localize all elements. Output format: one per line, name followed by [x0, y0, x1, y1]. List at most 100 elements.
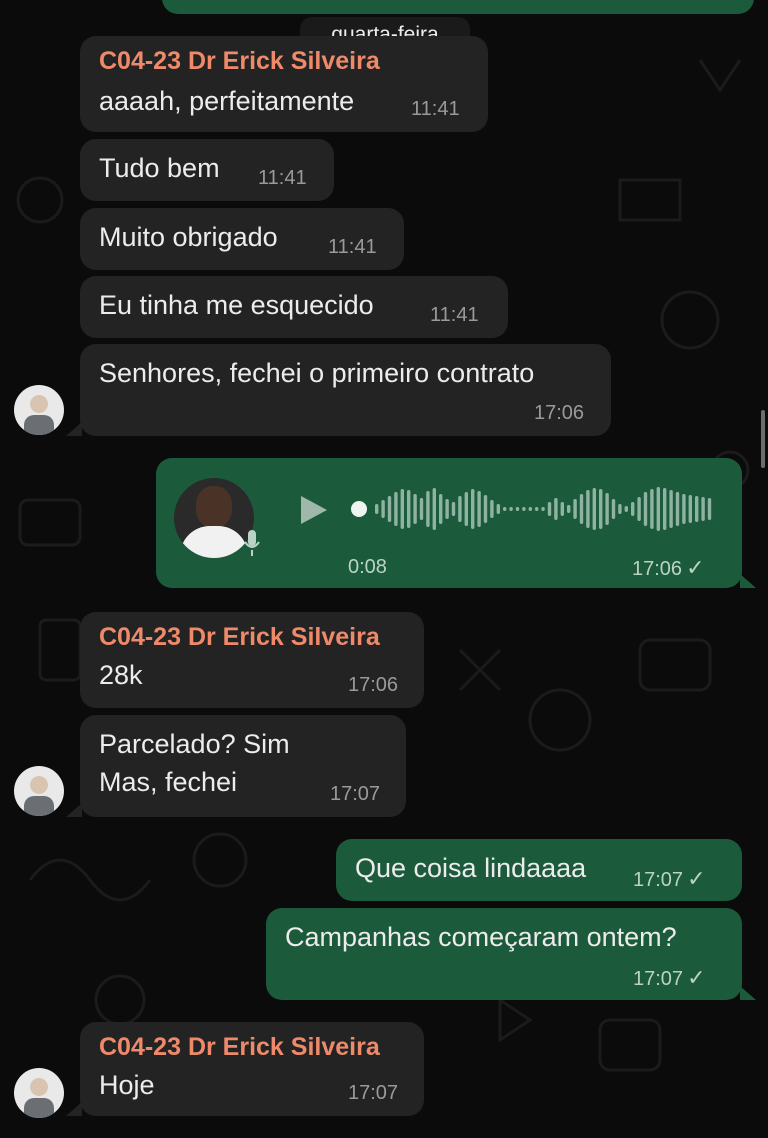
waveform-bar — [413, 494, 417, 524]
mic-icon — [244, 530, 260, 556]
message-text-line: Parcelado? Sim — [99, 729, 290, 759]
sender-avatar[interactable] — [14, 385, 64, 435]
waveform-bar — [695, 496, 699, 522]
waveform-bar — [407, 490, 411, 528]
waveform-bar — [643, 492, 648, 526]
bubble-tail — [66, 803, 82, 817]
waveform-bar — [490, 500, 494, 518]
sender-name[interactable]: C04-23 Dr Erick Silveira — [99, 623, 380, 652]
waveform-bar — [554, 498, 558, 520]
waveform-bar — [451, 502, 456, 516]
waveform-bar — [483, 495, 488, 523]
bubble-tail — [66, 1102, 82, 1116]
sender-name[interactable]: C04-23 Dr Erick Silveira — [99, 47, 380, 76]
waveform-bar — [439, 494, 443, 524]
waveform-bar — [432, 488, 436, 530]
waveform-bar — [496, 504, 500, 514]
message-time: 11:41 — [411, 98, 460, 120]
waveform-bar — [599, 489, 603, 529]
message-bubble[interactable]: Tudo bem 11:41 — [80, 139, 334, 201]
voice-waveform[interactable] — [351, 484, 721, 534]
message-time: 11:41 — [258, 167, 307, 189]
waveform-bar — [522, 507, 526, 511]
waveform-bar — [656, 487, 660, 531]
message-text: Muito obrigado — [99, 222, 278, 252]
waveform-bar — [663, 488, 667, 530]
waveform-bar — [618, 504, 622, 514]
message-bubble[interactable]: Eu tinha me esquecido 11:41 — [80, 276, 508, 338]
waveform-bar — [426, 491, 430, 527]
message-bubble[interactable]: Parcelado? Sim Mas, fechei 17:07 — [80, 715, 406, 817]
waveform-bar — [541, 507, 545, 511]
message-text: 28k — [99, 660, 143, 690]
message-bubble[interactable]: C04-23 Dr Erick Silveira 28k 17:06 — [80, 612, 424, 708]
waveform-bar — [515, 507, 520, 511]
message-text: Senhores, fechei o primeiro contrato — [99, 358, 535, 388]
waveform-bar — [586, 490, 590, 528]
message-bubble-outgoing[interactable]: Que coisa lindaaaa 17:07 ✓ — [336, 839, 742, 901]
check-icon: ✓ — [687, 965, 706, 990]
sender-avatar[interactable] — [14, 1068, 64, 1118]
waveform-bar — [560, 502, 564, 516]
waveform-bar — [624, 506, 628, 512]
message-text: Que coisa lindaaaa — [355, 853, 587, 883]
waveform-bar — [637, 497, 641, 521]
message-time: 17:07 — [348, 1082, 399, 1104]
voice-message-bubble[interactable]: 0:08 17:06 ✓ — [156, 458, 742, 588]
message-time: 17:07 — [330, 783, 381, 805]
waveform-bar — [567, 505, 571, 513]
chat-area: quarta-feira C04-23 Dr Erick Silveira aa… — [0, 0, 768, 1138]
message-time: 17:06 ✓ — [632, 555, 705, 581]
sender-name[interactable]: C04-23 Dr Erick Silveira — [99, 1033, 380, 1062]
sender-avatar[interactable] — [14, 766, 64, 816]
waveform-bar — [387, 496, 392, 522]
waveform-bar — [375, 504, 379, 514]
waveform-bar — [509, 507, 513, 511]
waveform-bar — [381, 500, 385, 518]
message-text: aaaah, perfeitamente — [99, 86, 355, 116]
voice-duration: 0:08 — [348, 556, 387, 578]
bubble-tail — [66, 422, 82, 436]
waveform-bar — [579, 494, 584, 524]
message-text: Tudo bem — [99, 153, 220, 183]
waveform-bar — [464, 492, 468, 526]
waveform-bar — [503, 507, 507, 511]
message-bubble[interactable]: Senhores, fechei o primeiro contrato 17:… — [80, 344, 611, 436]
scrollbar[interactable] — [761, 410, 765, 468]
message-time: 11:41 — [430, 304, 479, 326]
message-time: 17:06 — [348, 674, 399, 696]
check-icon: ✓ — [686, 555, 705, 580]
waveform-bar — [605, 493, 609, 525]
waveform-bar — [675, 492, 680, 526]
waveform-bar — [535, 507, 539, 511]
message-time: 11:41 — [328, 236, 377, 258]
previous-message-bubble[interactable] — [162, 0, 754, 14]
message-time: 17:07 ✓ — [633, 965, 706, 991]
waveform-bar — [669, 490, 673, 528]
waveform-bar — [458, 496, 462, 522]
waveform-bar — [419, 498, 424, 520]
waveform-bar — [477, 491, 481, 527]
voice-progress-dot[interactable] — [351, 501, 367, 517]
waveform-bar — [592, 488, 596, 530]
waveform-bar — [688, 495, 692, 523]
message-bubble[interactable]: Muito obrigado 11:41 — [80, 208, 404, 270]
message-time-value: 17:07 — [633, 968, 684, 990]
play-icon[interactable] — [296, 493, 330, 527]
waveform-bar — [394, 492, 398, 526]
bubble-tail — [740, 574, 756, 588]
waveform-bar — [631, 502, 635, 516]
waveform-bar — [400, 489, 404, 529]
waveform-bar — [707, 498, 712, 520]
waveform-bar — [445, 499, 449, 519]
message-text: Hoje — [99, 1070, 155, 1100]
message-time-value: 17:07 — [633, 869, 684, 891]
bubble-tail — [740, 986, 756, 1000]
message-bubble[interactable]: C04-23 Dr Erick Silveira Hoje 17:07 — [80, 1022, 424, 1116]
waveform-bar — [471, 489, 475, 529]
message-bubble-outgoing[interactable]: Campanhas começaram ontem? 17:07 ✓ — [266, 908, 742, 1000]
check-icon: ✓ — [687, 866, 706, 891]
message-text-line: Mas, fechei — [99, 767, 238, 797]
message-bubble[interactable]: C04-23 Dr Erick Silveira aaaah, perfeita… — [80, 36, 488, 132]
waveform-bar — [573, 499, 577, 519]
